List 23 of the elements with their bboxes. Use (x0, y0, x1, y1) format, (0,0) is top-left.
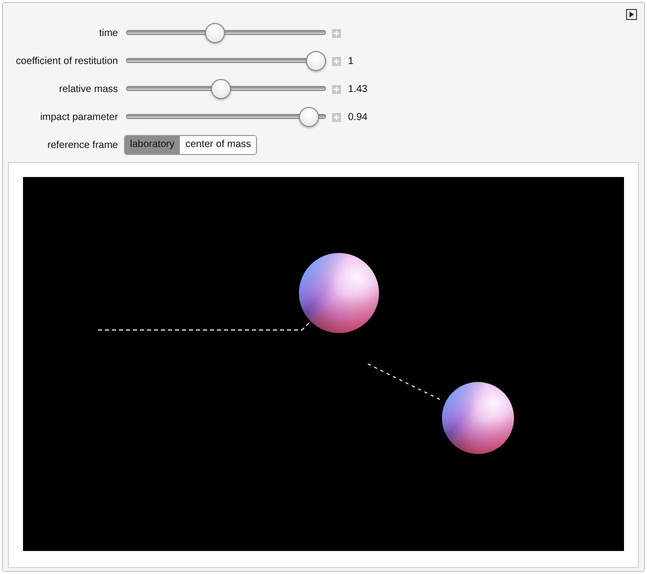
segment-button[interactable]: laboratory (125, 136, 180, 154)
slider-value: 0.94 (348, 110, 368, 124)
slider-value: 1 (348, 54, 355, 68)
plus-button[interactable] (332, 84, 341, 94)
control-label: impact parameter (39, 110, 118, 124)
plus-button[interactable] (332, 112, 341, 122)
control-label: reference frame (46, 138, 118, 152)
plus-button[interactable] (332, 28, 341, 38)
slider[interactable] (126, 79, 326, 99)
slider[interactable] (126, 51, 326, 71)
slider-thumb[interactable] (205, 23, 226, 43)
control-label: relative mass (58, 82, 118, 96)
slider-thumb[interactable] (298, 107, 319, 127)
disclosure-button[interactable] (626, 9, 638, 21)
segment-button[interactable]: center of mass (179, 136, 256, 154)
control-label: coefficient of restitution (14, 54, 118, 68)
slider-thumb[interactable] (210, 79, 231, 99)
slider[interactable] (126, 107, 326, 127)
plus-button[interactable] (332, 56, 341, 66)
control-label: time (98, 26, 118, 40)
slider-thumb[interactable] (306, 51, 326, 71)
slider-value: 1.43 (348, 82, 368, 96)
slider[interactable] (126, 23, 326, 43)
